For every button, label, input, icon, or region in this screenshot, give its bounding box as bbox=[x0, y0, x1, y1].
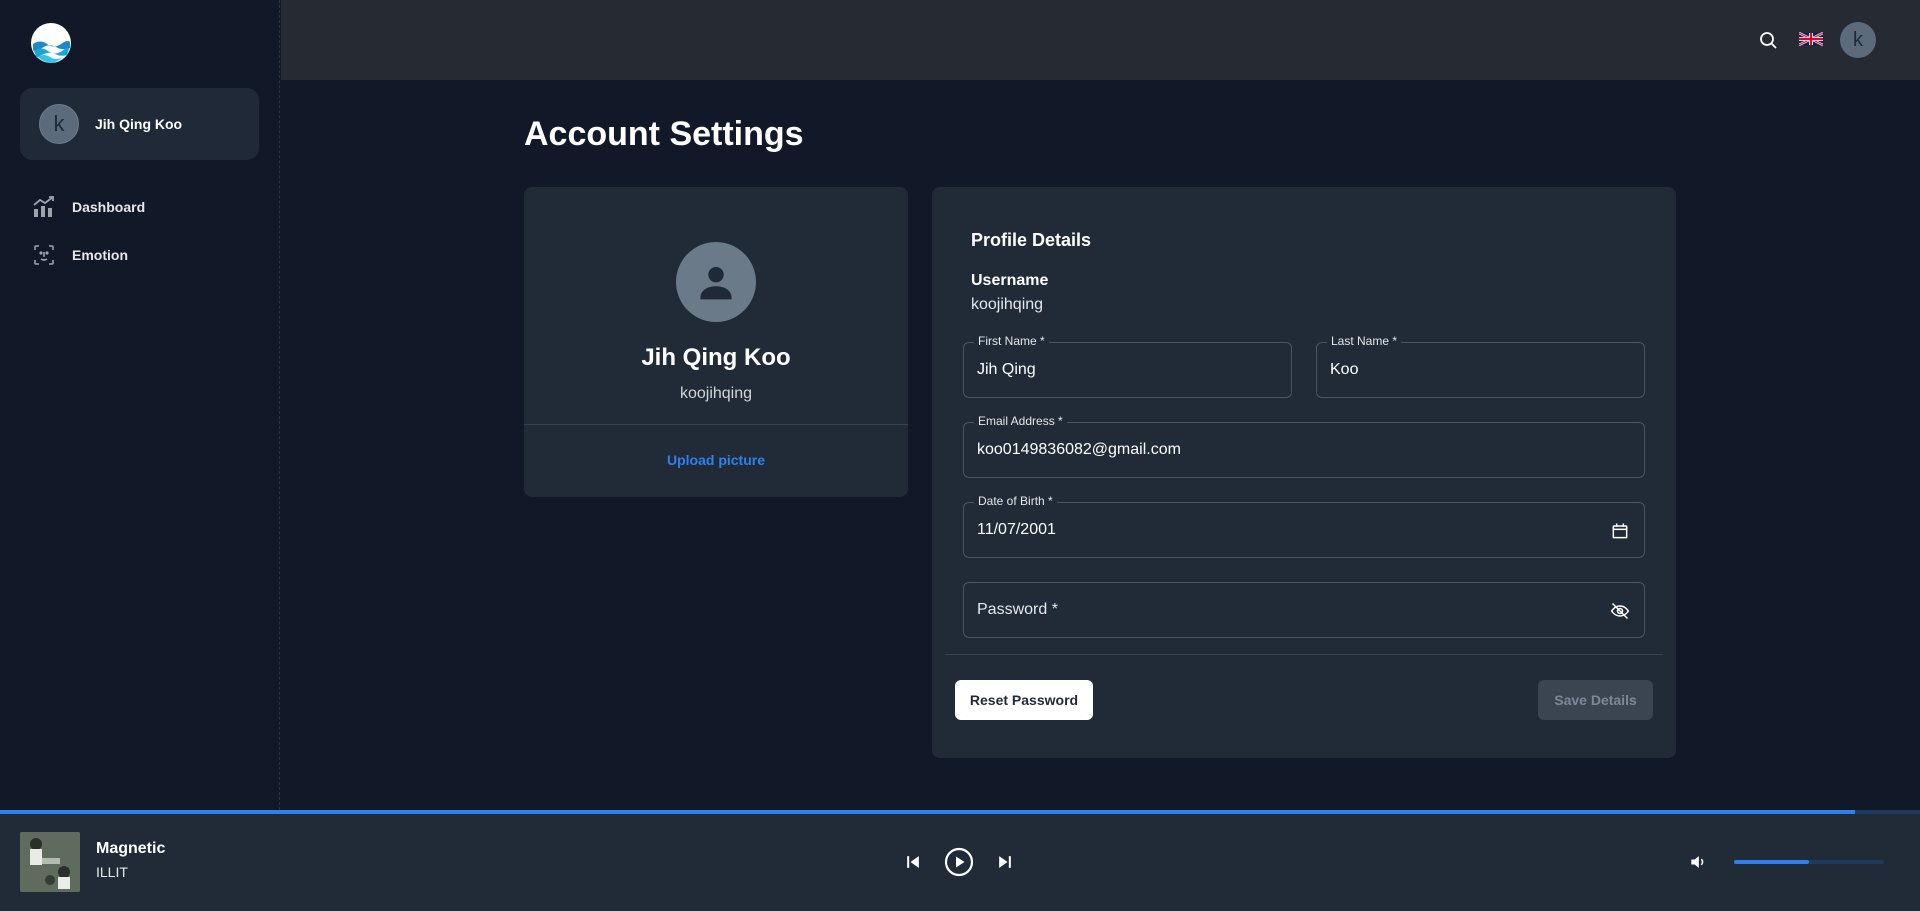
topbar-avatar[interactable]: k bbox=[1840, 22, 1876, 58]
username-label: Username bbox=[971, 272, 1049, 289]
save-details-button[interactable]: Save Details bbox=[1538, 680, 1653, 720]
last-name-value[interactable]: Koo bbox=[1330, 361, 1358, 379]
app-logo[interactable] bbox=[30, 22, 72, 64]
sidebar: k Jih Qing Koo Dashboard Emotion bbox=[0, 0, 280, 810]
date-of-birth-label: Date of Birth * bbox=[974, 494, 1057, 508]
password-label: Password * bbox=[977, 601, 1058, 618]
profile-avatar bbox=[676, 242, 756, 322]
reset-password-button[interactable]: Reset Password bbox=[955, 680, 1093, 720]
volume-icon[interactable] bbox=[1688, 852, 1708, 872]
volume-slider[interactable] bbox=[1734, 860, 1884, 864]
topbar: k bbox=[281, 0, 1920, 80]
profile-details-card: Profile Details Username koojihqing Firs… bbox=[932, 187, 1676, 758]
email-value[interactable]: koo0149836082@gmail.com bbox=[977, 441, 1181, 459]
profile-name: Jih Qing Koo bbox=[641, 344, 791, 371]
uk-flag-icon[interactable] bbox=[1799, 30, 1823, 48]
face-scan-icon bbox=[34, 245, 54, 265]
sidebar-avatar: k bbox=[39, 104, 79, 144]
sidebar-nav: Dashboard Emotion bbox=[0, 186, 279, 282]
password-field[interactable]: Password * bbox=[963, 582, 1645, 638]
chart-trend-icon bbox=[33, 196, 54, 217]
album-art-image bbox=[20, 832, 80, 892]
sidebar-user-name: Jih Qing Koo bbox=[95, 116, 183, 132]
sidebar-item-label: Emotion bbox=[72, 247, 128, 263]
skip-next-icon[interactable] bbox=[995, 852, 1015, 872]
date-of-birth-value[interactable]: 11/07/2001 bbox=[977, 521, 1056, 539]
upload-picture-button[interactable]: Upload picture bbox=[524, 452, 908, 468]
app-root: k Jih Qing Koo Dashboard Emotion k Accou… bbox=[0, 0, 1920, 911]
details-title: Profile Details bbox=[971, 230, 1092, 250]
music-player: Magnetic ILLIT bbox=[0, 814, 1920, 911]
sidebar-item-dashboard[interactable]: Dashboard bbox=[0, 186, 279, 228]
track-title: Magnetic bbox=[96, 840, 166, 857]
email-field[interactable]: Email Address * koo0149836082@gmail.com bbox=[963, 414, 1645, 478]
sidebar-item-label: Dashboard bbox=[72, 199, 146, 215]
search-icon[interactable] bbox=[1756, 28, 1780, 52]
last-name-field[interactable]: Last Name * Koo bbox=[1316, 334, 1645, 398]
sidebar-item-emotion[interactable]: Emotion bbox=[0, 234, 279, 276]
divider bbox=[945, 654, 1663, 655]
first-name-label: First Name * bbox=[974, 334, 1049, 348]
profile-username: koojihqing bbox=[679, 385, 753, 402]
divider bbox=[524, 424, 908, 425]
track-artist: ILLIT bbox=[96, 864, 128, 880]
first-name-value[interactable]: Jih Qing bbox=[977, 361, 1036, 379]
skip-previous-icon[interactable] bbox=[903, 852, 923, 872]
volume-slider-fill bbox=[1734, 860, 1809, 864]
calendar-icon[interactable] bbox=[1610, 521, 1630, 541]
username-value: koojihqing bbox=[971, 296, 1044, 313]
person-icon bbox=[700, 266, 732, 300]
last-name-label: Last Name * bbox=[1327, 334, 1402, 348]
page-title: Account Settings bbox=[524, 115, 804, 153]
album-art bbox=[20, 832, 80, 892]
play-icon[interactable] bbox=[944, 847, 974, 877]
eye-off-icon[interactable] bbox=[1610, 601, 1630, 621]
sidebar-user-card[interactable]: k Jih Qing Koo bbox=[20, 88, 259, 160]
profile-card: Jih Qing Koo koojihqing Upload picture bbox=[524, 187, 908, 497]
date-of-birth-field[interactable]: Date of Birth * 11/07/2001 bbox=[963, 494, 1645, 558]
email-label: Email Address * bbox=[974, 414, 1067, 428]
first-name-field[interactable]: First Name * Jih Qing bbox=[963, 334, 1292, 398]
